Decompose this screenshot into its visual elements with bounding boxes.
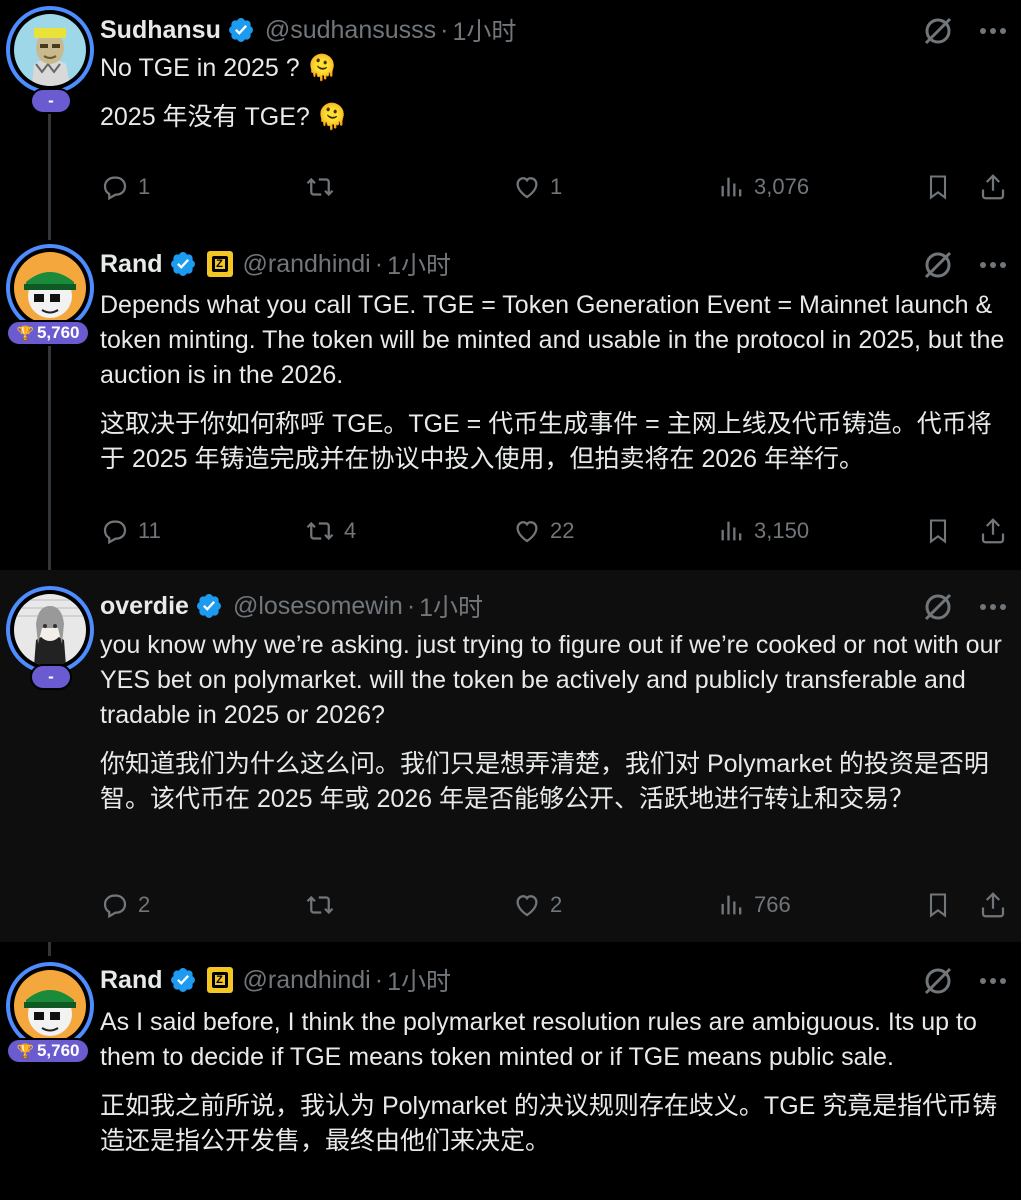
separator-dot: · (374, 249, 384, 278)
bookmark-button[interactable] (924, 888, 960, 922)
reply-icon (103, 894, 127, 919)
user-handle[interactable]: @randhindi (243, 966, 371, 995)
trophy-icon: 🏆 (16, 324, 34, 341)
user-handle[interactable]: @sudhansusss (265, 16, 436, 45)
bookmark-button[interactable] (924, 514, 960, 548)
grok-icon[interactable] (921, 590, 955, 624)
tweet-overdie[interactable]: - overdie @losesomewin · 1小时 you know wh… (0, 570, 1021, 942)
repost-icon (306, 177, 334, 197)
conversation-thread: - Sudhansu @sudhansusss · 1小时 No TGE in … (0, 0, 1021, 1200)
display-name[interactable]: Rand (100, 966, 163, 995)
tweet-text-zh: 2025 年没有 TGE? 🫠 (100, 103, 348, 131)
separator-dot: · (374, 965, 384, 994)
tweet-text-en: you know why we’re asking. just trying t… (100, 631, 1002, 729)
share-icon (981, 174, 1005, 200)
user-badge: 🏆 5,760 (6, 1038, 90, 1064)
display-name[interactable]: Rand (100, 250, 163, 279)
heart-icon (516, 177, 538, 199)
reply-button[interactable]: 11 (100, 514, 161, 548)
bookmark-icon (929, 893, 947, 918)
tweet-text: No TGE in 2025 ? 🫠 2025 年没有 TGE? 🫠 (100, 51, 1007, 149)
reply-icon (103, 520, 127, 545)
avatar[interactable] (6, 6, 94, 94)
reply-icon (103, 176, 127, 201)
share-icon (981, 892, 1005, 918)
views-icon (721, 177, 742, 197)
tweet-sudhansu[interactable]: - Sudhansu @sudhansusss · 1小时 No TGE in … (0, 0, 1021, 230)
like-button[interactable]: 22 (512, 514, 574, 548)
more-icon[interactable] (979, 977, 1007, 985)
repost-button[interactable] (304, 888, 344, 922)
tweet-text: Depends what you call TGE. TGE = Token G… (100, 288, 1007, 491)
verified-icon (170, 252, 195, 276)
grok-icon[interactable] (921, 14, 955, 48)
repost-icon (306, 521, 334, 541)
heart-icon (516, 895, 538, 917)
tweet-text: you know why we’re asking. just trying t… (100, 628, 1007, 831)
share-icon (981, 518, 1005, 544)
views-button[interactable]: 3,150 (718, 514, 809, 548)
affiliate-badge-icon[interactable]: Z (206, 251, 233, 277)
grok-icon[interactable] (921, 248, 955, 282)
views-icon (721, 521, 742, 541)
user-badge: 🏆 5,760 (6, 320, 90, 346)
user-handle[interactable]: @randhindi (243, 250, 371, 279)
share-button[interactable] (978, 888, 1016, 922)
timestamp[interactable]: 1小时 (387, 246, 451, 282)
reply-button[interactable]: 2 (100, 888, 150, 922)
verified-icon (196, 594, 221, 618)
share-button[interactable] (978, 170, 1016, 204)
repost-button[interactable]: 4 (304, 514, 356, 548)
tweet-rand[interactable]: 🏆 5,760 Rand Z @randhindi · 1小时 Depends … (0, 230, 1021, 570)
like-button[interactable]: 2 (512, 888, 562, 922)
tweet-text-en: Depends what you call TGE. TGE = Token G… (100, 291, 1005, 389)
tweet-text-zh: 这取决于你如何称呼 TGE。TGE = 代币生成事件 = 主网上线及代币铸造。代… (100, 410, 992, 473)
repost-icon (306, 895, 334, 915)
verified-icon (228, 18, 253, 42)
timestamp[interactable]: 1小时 (387, 962, 451, 998)
tweet-text: As I said before, I think the polymarket… (100, 1005, 1007, 1173)
avatar[interactable] (6, 586, 94, 674)
tweet-text-zh: 你知道我们为什么这么问。我们只是想弄清楚，我们对 Polymarket 的投资是… (100, 750, 989, 813)
trophy-icon: 🏆 (16, 1042, 34, 1059)
user-badge: - (30, 664, 72, 690)
reply-button[interactable]: 1 (100, 170, 150, 204)
timestamp[interactable]: 1小时 (419, 588, 483, 624)
tweet-text-en: No TGE in 2025 ? 🫠 (100, 54, 338, 82)
verified-icon (170, 968, 195, 992)
views-icon (721, 895, 742, 915)
timestamp[interactable]: 1小时 (452, 12, 516, 48)
grok-icon[interactable] (921, 964, 955, 998)
avatar[interactable] (6, 244, 94, 332)
tweet-text-zh: 正如我之前所说，我认为 Polymarket 的决议规则存在歧义。TGE 究竟是… (100, 1092, 998, 1155)
separator-dot: · (406, 591, 416, 620)
share-button[interactable] (978, 514, 1016, 548)
views-button[interactable]: 766 (718, 888, 791, 922)
more-icon[interactable] (979, 27, 1007, 35)
repost-button[interactable] (304, 170, 344, 204)
bookmark-button[interactable] (924, 170, 960, 204)
views-button[interactable]: 3,076 (718, 170, 809, 204)
affiliate-badge-icon[interactable]: Z (206, 967, 233, 993)
heart-icon (516, 521, 538, 543)
display-name[interactable]: Sudhansu (100, 16, 221, 45)
more-icon[interactable] (979, 603, 1007, 611)
separator-dot: · (440, 15, 449, 44)
display-name[interactable]: overdie (100, 592, 189, 621)
more-icon[interactable] (979, 261, 1007, 269)
user-badge: - (30, 88, 72, 114)
tweet-rand-reply[interactable]: 🏆 5,760 Rand Z @randhindi · 1小时 As I sai… (0, 942, 1021, 1200)
bookmark-icon (929, 175, 947, 200)
like-button[interactable]: 1 (512, 170, 562, 204)
avatar[interactable] (6, 962, 94, 1050)
bookmark-icon (929, 519, 947, 544)
tweet-text-en: As I said before, I think the polymarket… (100, 1008, 977, 1071)
user-handle[interactable]: @losesomewin (233, 592, 403, 621)
